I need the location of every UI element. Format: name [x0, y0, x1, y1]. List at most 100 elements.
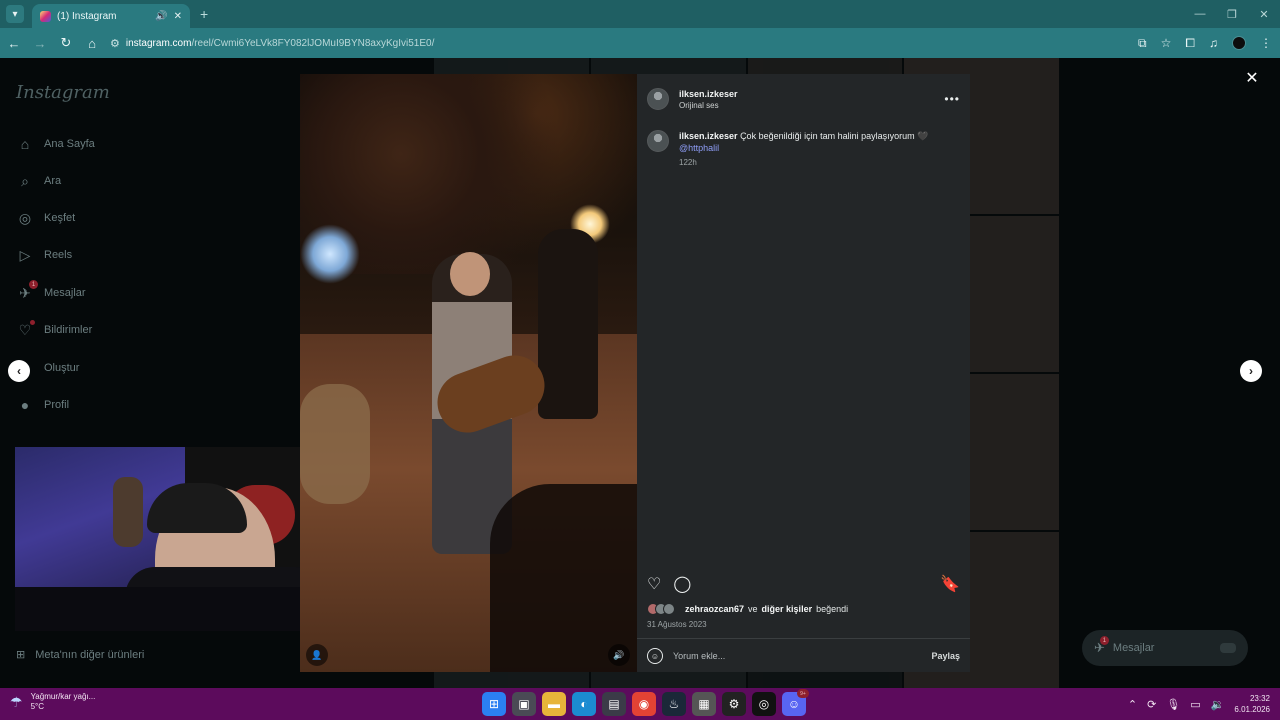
home-icon: ⌂ [20, 136, 30, 152]
install-app-icon[interactable]: ⧉ [1138, 36, 1147, 51]
microphone-icon[interactable]: 🎙 [1166, 698, 1180, 711]
compass-icon: ◎ [18, 209, 32, 226]
caption-username[interactable]: ilksen.izkeser [679, 131, 738, 141]
caption-text: Çok beğenildiği için tam halini paylaşıy… [740, 131, 929, 141]
likes-user[interactable]: zehraozcan67 [685, 604, 744, 614]
divider [637, 638, 970, 639]
sidebar-item-explore[interactable]: ◎ Keşfet [16, 208, 75, 228]
start-windows-icon[interactable]: ⊞ [482, 692, 506, 716]
sidebar-item-label: Ana Sayfa [44, 138, 95, 150]
settings-icon[interactable]: ⚙ [722, 692, 746, 716]
minimize-icon[interactable]: — [1184, 0, 1216, 28]
tagged-user-icon[interactable]: 👤 [306, 644, 328, 666]
network-icon[interactable]: ▭ [1190, 698, 1200, 711]
heart-icon: ♡ [16, 320, 35, 339]
sidebar-item-notifications[interactable]: ♡ Bildirimler [16, 320, 92, 340]
tab-close-icon[interactable]: ✕ [174, 11, 182, 22]
webcam-overlay [15, 447, 342, 631]
window-close-icon[interactable]: ✕ [1248, 0, 1280, 28]
instagram-logo[interactable]: Instagram [16, 82, 110, 103]
sidebar-item-label: Oluştur [44, 362, 80, 374]
weather-text: Yağmur/kar yağı... [30, 692, 96, 701]
sync-icon[interactable]: ⟳ [1147, 698, 1156, 711]
sidebar-item-label: Keşfet [44, 212, 76, 224]
comment-bar: ☺ Yorum ekle... Paylaş [647, 646, 960, 666]
back-icon[interactable]: ← [2, 31, 26, 55]
likes-others[interactable]: diğer kişiler [762, 604, 813, 614]
message-avatars [1220, 643, 1236, 653]
task-view-icon[interactable]: ▣ [512, 692, 536, 716]
tab-search-dropdown[interactable]: ▾ [6, 5, 24, 23]
extensions-icon[interactable]: ⧠ [1185, 36, 1195, 51]
address-bar[interactable]: ⚙ instagram.com/reel/Cwmi6YeLVk8FY082lJO… [110, 32, 1110, 54]
post-date: 31 Ağustos 2023 [647, 620, 707, 629]
app-icon[interactable]: ▦ [692, 692, 716, 716]
file-explorer-icon[interactable]: ▬ [542, 692, 566, 716]
browser-tab[interactable]: (1) Instagram 🔊 ✕ [32, 4, 190, 28]
volume-tray-icon[interactable]: 🔉 [1211, 698, 1225, 711]
caption-time: 122h [679, 158, 697, 167]
more-options-icon[interactable]: ••• [944, 92, 960, 106]
media-controls-icon[interactable]: ♫ [1209, 36, 1218, 50]
post-comment-button[interactable]: Paylaş [931, 651, 960, 661]
new-tab-button[interactable]: + [200, 6, 208, 22]
avatar[interactable] [647, 130, 669, 152]
weather-widget[interactable]: ☂ Yağmur/kar yağı... 5°C [10, 692, 95, 712]
discord-icon[interactable]: ☺ 9+ [782, 689, 809, 716]
floating-messages-label: Mesajlar [1112, 642, 1155, 654]
reel-video[interactable]: 👤 🔊 [300, 74, 637, 672]
post-username[interactable]: ilksen.izkeser [679, 89, 934, 99]
store-icon[interactable]: ▤ [602, 692, 626, 716]
url-path: /reel/Cwmi6YeLVk8FY082lJOMuI9BYN8axyKgIv… [191, 37, 435, 49]
browser-menu-icon[interactable]: ⋮ [1260, 36, 1272, 50]
grid-icon: ⊞ [16, 649, 26, 661]
meta-more-label: Meta'nın diğer ürünleri [35, 648, 145, 661]
comment-icon[interactable]: ◯ [673, 574, 691, 594]
profile-avatar[interactable] [1232, 36, 1246, 50]
home-browser-icon[interactable]: ⌂ [80, 31, 104, 55]
steam-icon[interactable]: ♨ [662, 692, 686, 716]
search-icon: ⌕ [21, 172, 29, 189]
clock-time: 23:32 [1249, 694, 1270, 703]
chrome-icon[interactable]: ◉ [632, 692, 656, 716]
audio-label[interactable]: Orijinal ses [679, 101, 934, 110]
forward-icon[interactable]: → [28, 31, 52, 55]
previous-arrow-icon[interactable]: ‹ [8, 360, 30, 382]
sidebar-item-home[interactable]: ⌂ Ana Sayfa [16, 134, 95, 154]
floating-messages-button[interactable]: ✈ 1 Mesajlar [1082, 630, 1248, 666]
next-arrow-icon[interactable]: › [1240, 360, 1262, 382]
taskbar-apps: ⊞ ▣ ▬ ◐ ▤ ◉ ♨ ▦ ⚙ ◎ ☺ 9+ [482, 689, 809, 716]
sidebar-item-messages[interactable]: ✈ 1 Mesajlar [16, 280, 86, 303]
reels-icon: ▷ [19, 246, 31, 263]
caption-mention[interactable]: @httphalil [679, 142, 928, 154]
emoji-icon[interactable]: ☺ [647, 648, 663, 664]
clock-date: 6.01.2026 [1234, 705, 1270, 714]
edge-icon[interactable]: ◐ [572, 692, 596, 716]
volume-icon[interactable]: 🔊 [608, 644, 630, 666]
site-info-icon[interactable]: ⚙ [110, 37, 120, 50]
close-icon[interactable]: ✕ [1242, 68, 1262, 88]
notification-dot [30, 320, 35, 325]
obs-icon[interactable]: ◎ [752, 692, 776, 716]
bookmark-star-icon[interactable]: ☆ [1161, 36, 1172, 50]
sidebar-item-search[interactable]: ⌕ Ara [16, 171, 61, 191]
url-domain: instagram.com [125, 37, 192, 49]
tab-audio-icon[interactable]: 🔊 [155, 11, 167, 22]
profile-avatar: ● [20, 397, 30, 413]
window-controls: — ❐ ✕ [1184, 0, 1280, 28]
sidebar-item-reels[interactable]: ▷ Reels [16, 245, 73, 265]
comment-input[interactable]: Yorum ekle... [673, 651, 921, 661]
clock[interactable]: 23:32 6.01.2026 [1234, 693, 1270, 715]
windows-taskbar: ☂ Yağmur/kar yağı... 5°C ⊞ ▣ ▬ ◐ ▤ ◉ ♨ ▦… [0, 688, 1280, 720]
discord-badge: 9+ [797, 689, 809, 698]
post-actions: ♡ ◯ 🔖 [647, 574, 960, 594]
messenger-icon: ✈ 1 [16, 280, 38, 302]
like-heart-icon[interactable]: ♡ [647, 574, 661, 594]
sidebar-item-profile[interactable]: ● Profil [16, 395, 69, 415]
reload-icon[interactable]: ↻ [54, 31, 78, 55]
avatar[interactable] [647, 88, 669, 110]
maximize-icon[interactable]: ❐ [1216, 0, 1248, 28]
chevron-up-icon[interactable]: ⌃ [1128, 698, 1137, 711]
meta-more-products[interactable]: ⊞ Meta'nın diğer ürünleri [16, 648, 145, 662]
save-bookmark-icon[interactable]: 🔖 [940, 574, 960, 594]
